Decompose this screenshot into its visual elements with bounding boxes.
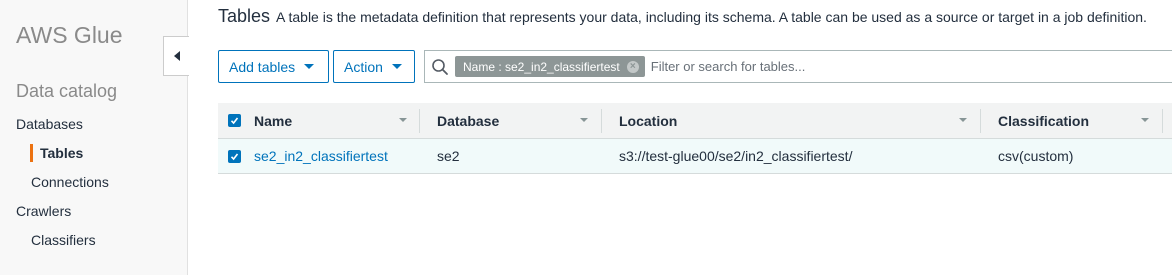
search-icon bbox=[425, 51, 455, 82]
sidebar-item-crawlers[interactable]: Crawlers bbox=[16, 203, 71, 219]
action-button[interactable]: Action bbox=[333, 50, 415, 83]
sidebar-item-connections[interactable]: Connections bbox=[31, 174, 109, 190]
sidebar-item-classifiers[interactable]: Classifiers bbox=[31, 232, 96, 248]
table-location-cell: s3://test-glue00/se2/in2_classifiertest/ bbox=[619, 148, 853, 164]
row-select-checkbox[interactable] bbox=[228, 150, 241, 163]
page-header: Tables A table is the metadata definition… bbox=[218, 6, 1147, 27]
active-item-marker bbox=[30, 144, 33, 162]
column-divider bbox=[601, 109, 602, 133]
column-divider bbox=[980, 109, 981, 133]
column-header-classification[interactable]: Classification bbox=[998, 103, 1089, 138]
column-header-name[interactable]: Name bbox=[254, 103, 292, 138]
table-header-row: Name Database Location Classification bbox=[218, 103, 1172, 139]
sort-icon[interactable] bbox=[959, 118, 967, 122]
section-title-data-catalog: Data catalog bbox=[16, 81, 118, 101]
caret-down-icon bbox=[304, 64, 315, 69]
sidebar-item-tables[interactable]: Tables bbox=[40, 145, 83, 161]
sort-icon[interactable] bbox=[1141, 118, 1149, 122]
sidebar-item-databases[interactable]: Databases bbox=[16, 116, 83, 132]
sort-icon[interactable] bbox=[399, 118, 407, 122]
add-tables-button[interactable]: Add tables bbox=[218, 50, 329, 83]
chevron-left-icon bbox=[173, 51, 180, 61]
column-divider bbox=[419, 109, 420, 133]
filter-token[interactable]: Name : se2_in2_classifiertest × bbox=[455, 56, 645, 77]
table-classification-cell: csv(custom) bbox=[998, 148, 1074, 164]
column-header-location[interactable]: Location bbox=[619, 103, 677, 138]
checkmark-icon bbox=[230, 153, 239, 161]
tables-table: Name Database Location Classification se… bbox=[218, 103, 1172, 174]
column-divider bbox=[1162, 109, 1163, 133]
table-name-link[interactable]: se2_in2_classifiertest bbox=[254, 139, 388, 173]
select-all-checkbox[interactable] bbox=[228, 114, 241, 127]
search-input[interactable] bbox=[650, 59, 951, 74]
remove-filter-icon[interactable]: × bbox=[626, 60, 639, 73]
action-label: Action bbox=[344, 58, 383, 75]
sort-icon[interactable] bbox=[580, 118, 588, 122]
collapse-sidebar-button[interactable] bbox=[163, 36, 189, 76]
table-row[interactable]: se2_in2_classifiertest se2 s3://test-glu… bbox=[218, 139, 1172, 174]
table-database-cell: se2 bbox=[437, 148, 460, 164]
column-header-database[interactable]: Database bbox=[437, 103, 499, 138]
page-description: A table is the metadata definition that … bbox=[276, 9, 1147, 25]
app-title: AWS Glue bbox=[16, 22, 123, 48]
filter-token-label: Name : se2_in2_classifiertest bbox=[463, 59, 620, 74]
sidebar: AWS Glue Data catalog Databases Tables C… bbox=[0, 0, 188, 275]
checkmark-icon bbox=[230, 117, 239, 125]
search-bar[interactable]: Name : se2_in2_classifiertest × bbox=[424, 50, 1172, 83]
add-tables-label: Add tables bbox=[229, 58, 296, 75]
page-title: Tables bbox=[218, 6, 271, 26]
caret-down-icon bbox=[391, 64, 402, 69]
